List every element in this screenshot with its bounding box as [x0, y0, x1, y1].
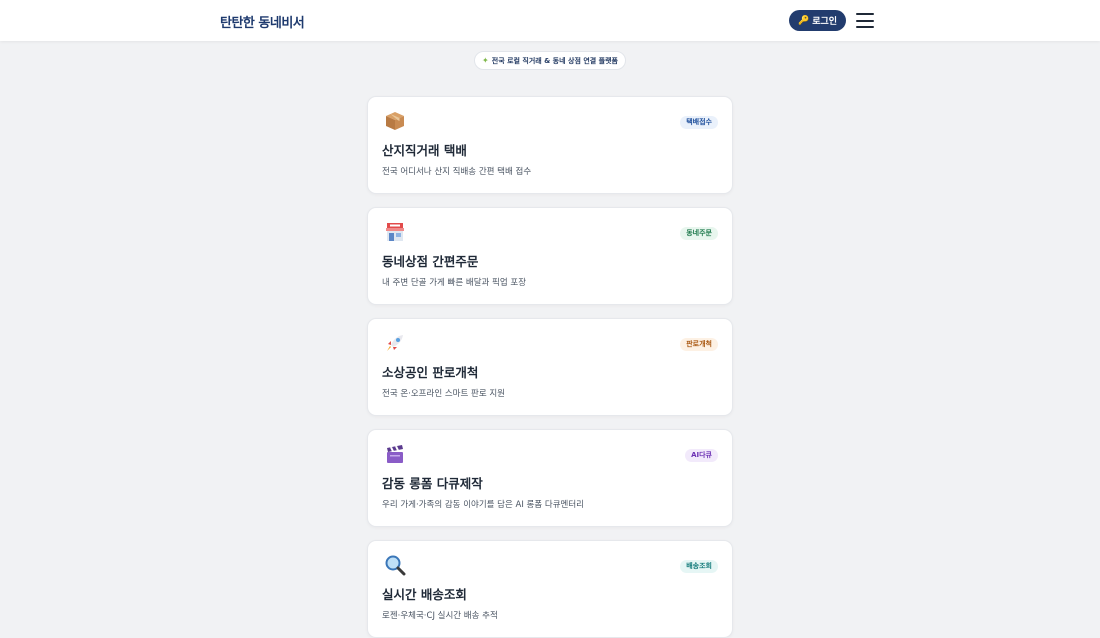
service-card-market-expansion[interactable]: 판로개척 소상공인 판로개척 전국 온·오프라인 스마트 판로 지원	[367, 318, 733, 416]
sparkle-icon: ✦	[482, 56, 489, 65]
service-badge: 동네주문	[680, 227, 718, 240]
service-card-tracking[interactable]: 배송조회 실시간 배송조회 로젠·우체국·CJ 실시간 배송 추적	[367, 540, 733, 638]
service-description: 전국 온·오프라인 스마트 판로 지원	[382, 389, 505, 399]
service-title: 감동 롱폼 다큐제작	[382, 476, 483, 491]
service-title: 산지직거래 택배	[382, 143, 467, 158]
service-description: 내 주변 단골 가게 빠른 배달과 픽업 포장	[382, 278, 527, 288]
service-title: 동네상점 간편주문	[382, 254, 479, 269]
site-logo[interactable]: 탄탄한 동네비서	[220, 12, 305, 31]
service-description: 우리 가게·가족의 감동 이야기를 담은 AI 롱폼 다큐멘터리	[382, 500, 584, 510]
tagline-badge: ✦ 전국 로컬 직거래 & 동네 상점 연결 플랫폼	[474, 51, 626, 70]
service-title: 소상공인 판로개척	[382, 365, 479, 380]
service-card-local-order[interactable]: 동네주문 동네상점 간편주문 내 주변 단골 가게 빠른 배달과 픽업 포장	[367, 207, 733, 305]
clapperboard-icon	[384, 443, 406, 465]
top-nav-bar: 탄탄한 동네비서 🔑 로그인	[0, 0, 1100, 41]
login-button[interactable]: 🔑 로그인	[789, 10, 846, 31]
tagline-text: 전국 로컬 직거래 & 동네 상점 연결 플랫폼	[491, 56, 618, 65]
service-badge: 배송조회	[680, 560, 718, 573]
service-card-parcel[interactable]: 택배접수 산지직거래 택배 전국 어디서나 산지 직배송 간편 택배 접수	[367, 96, 733, 194]
service-badge: AI다큐	[685, 449, 718, 462]
login-label: 로그인	[812, 17, 838, 27]
service-description: 로젠·우체국·CJ 실시간 배송 추적	[382, 611, 498, 621]
service-badge: 판로개척	[680, 338, 718, 351]
storefront-icon	[384, 221, 406, 243]
magnifier-icon	[384, 554, 406, 576]
service-description: 전국 어디서나 산지 직배송 간편 택배 접수	[382, 167, 532, 177]
package-icon	[384, 110, 406, 132]
hamburger-menu-icon[interactable]	[856, 13, 874, 28]
key-icon: 🔑	[797, 15, 810, 26]
rocket-icon	[384, 332, 406, 354]
service-title: 실시간 배송조회	[382, 587, 467, 602]
service-card-documentary[interactable]: AI다큐 감동 롱폼 다큐제작 우리 가게·가족의 감동 이야기를 담은 AI …	[367, 429, 733, 527]
service-badge: 택배접수	[680, 116, 718, 129]
